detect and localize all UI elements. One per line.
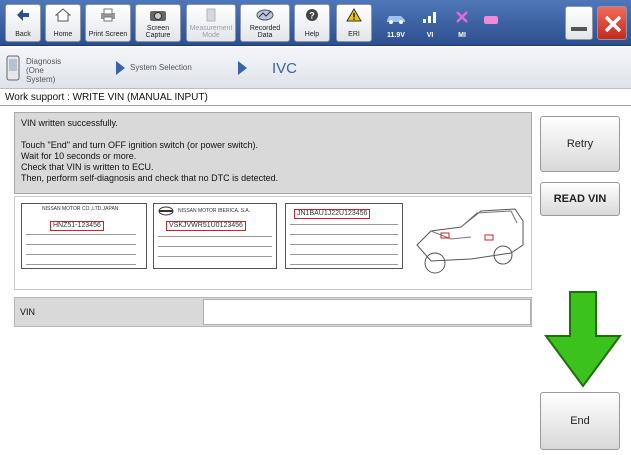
nissan-logo	[158, 206, 174, 216]
top-toolbar: Back Home Print Screen Screen Capture Me…	[0, 0, 631, 46]
breadcrumb-item-diagnosis[interactable]: Diagnosis (One System)	[26, 57, 72, 84]
mi-status: MI	[448, 4, 476, 42]
plate-vin-highlight: VSKJVWR51U0123456	[166, 221, 246, 231]
print-screen-button[interactable]: Print Screen	[85, 4, 131, 42]
recorded-data-icon	[256, 9, 274, 21]
measurement-icon	[206, 8, 216, 22]
diagnosis-device-icon	[6, 55, 20, 81]
plate-vin-highlight: JN1BAU1J22U123456	[294, 209, 371, 219]
page-title: Work support : WRITE VIN (MANUAL INPUT)	[0, 89, 631, 106]
close-icon	[604, 15, 622, 33]
back-arrow-icon	[17, 9, 29, 21]
vin-plate-japan: NISSAN MOTOR CO.,LTD.JAPAN HNZ51-123456	[21, 203, 147, 269]
message-line: Then, perform self-diagnosis and check t…	[21, 173, 279, 183]
green-arrow-icon	[540, 290, 626, 390]
vin-plate-stamp: JN1BAU1J22U123456	[285, 203, 403, 269]
disconnected-icon	[456, 11, 468, 23]
breadcrumb-item-system-selection[interactable]: System Selection	[130, 63, 192, 72]
plate-vin-highlight: HNZ51-123456	[50, 221, 104, 231]
back-button[interactable]: Back	[5, 4, 41, 42]
breadcrumb-current: IVC	[272, 60, 298, 77]
screen-capture-button[interactable]: Screen Capture	[135, 4, 181, 42]
car-icon	[387, 16, 405, 24]
vehicle-illustration	[416, 208, 524, 274]
message-line: Check that VIN is written to ECU.	[21, 162, 154, 172]
help-icon: ?	[306, 9, 318, 21]
printer-icon	[101, 8, 115, 22]
vin-plate-illustration: NISSAN MOTOR CO.,LTD.JAPAN HNZ51-123456 …	[14, 196, 532, 290]
camera-icon	[150, 11, 166, 21]
home-button[interactable]: Home	[45, 4, 81, 42]
plate-header: NISSAN MOTOR CO.,LTD.JAPAN	[42, 206, 119, 212]
vin-row: VIN	[14, 297, 532, 327]
message-box: VIN written successfully. Touch "End" an…	[14, 112, 532, 194]
home-icon	[55, 8, 71, 22]
vin-display-field	[203, 299, 531, 325]
retry-button[interactable]: Retry	[540, 116, 620, 172]
connection-indicator	[484, 16, 498, 24]
eri-button[interactable]: ERI	[336, 4, 372, 42]
vin-plate-iberica: NISSAN MOTOR IBERICA, S.A. VSKJVWR51U012…	[153, 203, 277, 269]
minimize-button[interactable]	[565, 6, 593, 40]
vin-label: VIN	[20, 307, 36, 317]
message-line: VIN written successfully.	[21, 118, 118, 128]
breadcrumb-arrow-icon	[238, 61, 247, 75]
breadcrumb-arrow-icon	[116, 61, 125, 75]
help-button[interactable]: ? Help	[294, 4, 330, 42]
warning-icon	[346, 8, 362, 22]
message-line: Wait for 10 seconds or more.	[21, 151, 137, 161]
recorded-data-button[interactable]: Recorded Data	[240, 4, 290, 42]
end-button[interactable]: End	[540, 392, 620, 450]
minimize-icon	[571, 27, 587, 31]
signal-icon	[423, 12, 436, 23]
vi-status: VI	[416, 4, 444, 42]
battery-status: 11.9V	[378, 4, 414, 42]
plate-header: NISSAN MOTOR IBERICA, S.A.	[178, 208, 251, 214]
message-line: Touch "End" and turn OFF ignition switch…	[21, 140, 258, 150]
svg-text:?: ?	[309, 11, 315, 21]
breadcrumb: Diagnosis (One System) System Selection …	[0, 47, 631, 89]
close-button[interactable]	[597, 6, 627, 40]
read-vin-button[interactable]: READ VIN	[540, 182, 620, 216]
measurement-mode-button[interactable]: Measurement Mode	[186, 4, 236, 42]
